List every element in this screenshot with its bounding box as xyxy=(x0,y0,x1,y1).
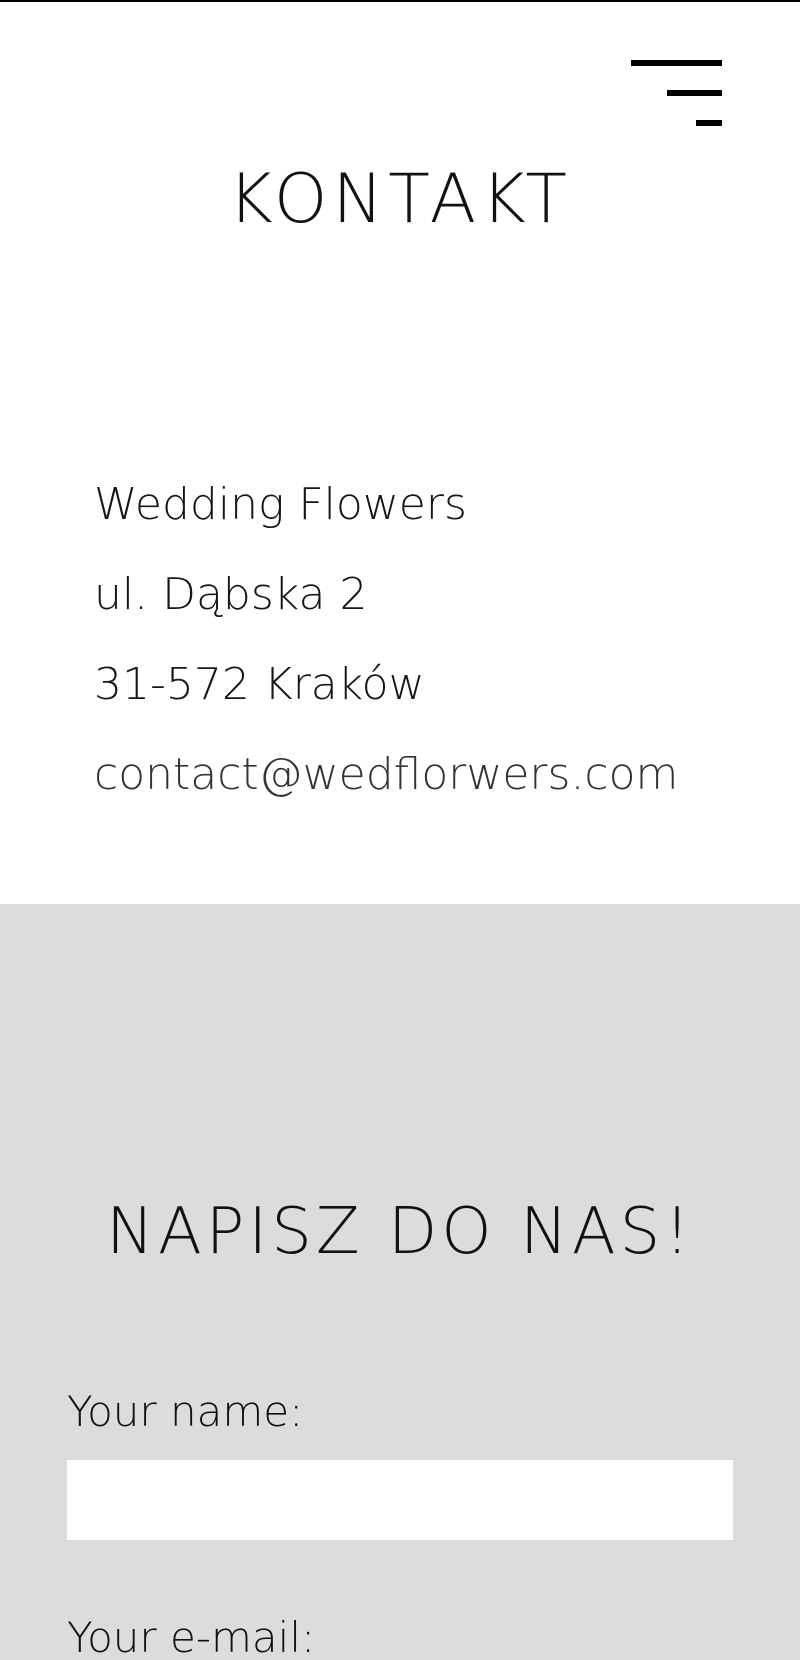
company-name: Wedding Flowers xyxy=(94,479,467,530)
contact-form-section: NAPISZ DO NAS! Your name: Your e-mail: xyxy=(0,904,800,1660)
name-field-label: Your name: xyxy=(67,1387,304,1436)
form-title: NAPISZ DO NAS! xyxy=(106,1195,694,1269)
menu-bar-medium xyxy=(667,90,722,96)
page-title: KONTAKT xyxy=(228,160,572,239)
menu-bar-short xyxy=(696,120,722,126)
hamburger-menu-icon[interactable] xyxy=(630,56,726,132)
name-input[interactable] xyxy=(67,1460,733,1540)
city-address: 31-572 Kraków xyxy=(94,659,425,710)
contact-address-block: Wedding Flowers ul. Dąbska 2 31-572 Krak… xyxy=(94,460,678,820)
email-field-label: Your e-mail: xyxy=(67,1613,316,1660)
email-link[interactable]: contact@wedflorwers.com xyxy=(94,730,678,820)
page: KONTAKT Wedding Flowers ul. Dąbska 2 31-… xyxy=(0,0,800,1660)
menu-bar-long xyxy=(631,60,722,66)
street-address: ul. Dąbska 2 xyxy=(94,569,368,620)
top-divider xyxy=(0,0,800,2)
